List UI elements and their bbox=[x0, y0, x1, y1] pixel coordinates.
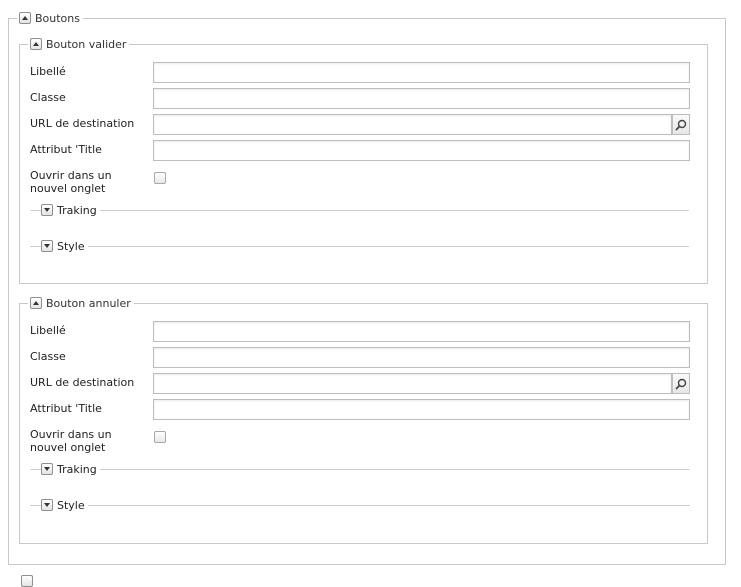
libelle-label: Libellé bbox=[30, 324, 66, 337]
valider-style-legend: Style bbox=[41, 238, 88, 254]
valider-new-tab-checkbox[interactable] bbox=[154, 172, 166, 184]
triangle-down-icon bbox=[44, 244, 50, 248]
new-tab-label: Ouvrir dans un nouvel onglet bbox=[30, 428, 112, 454]
annuler-traking-legend: Traking bbox=[41, 461, 100, 477]
valider-classe-input[interactable] bbox=[153, 88, 690, 109]
url-label: URL de destination bbox=[30, 376, 135, 389]
valider-url-input[interactable] bbox=[153, 114, 672, 135]
annuler-url-search-button[interactable] bbox=[672, 373, 690, 394]
annuler-style-title: Style bbox=[57, 498, 85, 512]
triangle-down-icon bbox=[44, 503, 50, 507]
url-label: URL de destination bbox=[30, 117, 135, 130]
classe-label: Classe bbox=[30, 91, 66, 104]
triangle-up-icon bbox=[33, 301, 39, 305]
annuler-traking-title: Traking bbox=[57, 462, 97, 476]
valider-traking-expand-toggle[interactable] bbox=[41, 204, 53, 216]
valider-traking-rule bbox=[30, 210, 689, 211]
valider-url-search-button[interactable] bbox=[672, 114, 690, 135]
boutons-legend: Boutons bbox=[17, 10, 83, 26]
annuler-traking-rule bbox=[30, 469, 690, 470]
boutons-collapse-toggle[interactable] bbox=[19, 12, 31, 24]
annuler-style-rule bbox=[30, 505, 690, 506]
valider-style-title: Style bbox=[57, 239, 85, 253]
annuler-classe-input[interactable] bbox=[153, 347, 690, 368]
title-attr-label: Attribut 'Title bbox=[30, 143, 102, 156]
magnifier-icon bbox=[675, 378, 687, 389]
bouton-annuler-title: Bouton annuler bbox=[46, 296, 131, 310]
annuler-style-expand-toggle[interactable] bbox=[41, 499, 53, 511]
annuler-new-tab-checkbox[interactable] bbox=[154, 431, 166, 443]
boutons-title: Boutons bbox=[35, 11, 80, 25]
annuler-style-legend: Style bbox=[41, 497, 88, 513]
triangle-down-icon bbox=[44, 467, 50, 471]
magnifier-icon bbox=[675, 119, 687, 130]
triangle-down-icon bbox=[44, 208, 50, 212]
valider-traking-legend: Traking bbox=[41, 202, 100, 218]
libelle-label: Libellé bbox=[30, 65, 66, 78]
valider-libelle-input[interactable] bbox=[153, 62, 690, 83]
bouton-valider-title: Bouton valider bbox=[46, 37, 127, 51]
valider-style-rule bbox=[30, 246, 689, 247]
new-tab-label: Ouvrir dans un nouvel onglet bbox=[30, 169, 112, 195]
next-section-toggle[interactable] bbox=[21, 575, 33, 587]
annuler-libelle-input[interactable] bbox=[153, 321, 690, 342]
valider-title-attr-input[interactable] bbox=[153, 140, 690, 161]
bouton-annuler-collapse-toggle[interactable] bbox=[30, 297, 42, 309]
annuler-title-attr-input[interactable] bbox=[153, 399, 690, 420]
bouton-valider-collapse-toggle[interactable] bbox=[30, 38, 42, 50]
classe-label: Classe bbox=[30, 350, 66, 363]
annuler-traking-expand-toggle[interactable] bbox=[41, 463, 53, 475]
valider-traking-title: Traking bbox=[57, 203, 97, 217]
triangle-up-icon bbox=[33, 42, 39, 46]
triangle-up-icon bbox=[22, 16, 28, 20]
bouton-annuler-legend: Bouton annuler bbox=[28, 295, 134, 311]
bouton-valider-legend: Bouton valider bbox=[28, 36, 130, 52]
annuler-url-input[interactable] bbox=[153, 373, 672, 394]
valider-style-expand-toggle[interactable] bbox=[41, 240, 53, 252]
title-attr-label: Attribut 'Title bbox=[30, 402, 102, 415]
